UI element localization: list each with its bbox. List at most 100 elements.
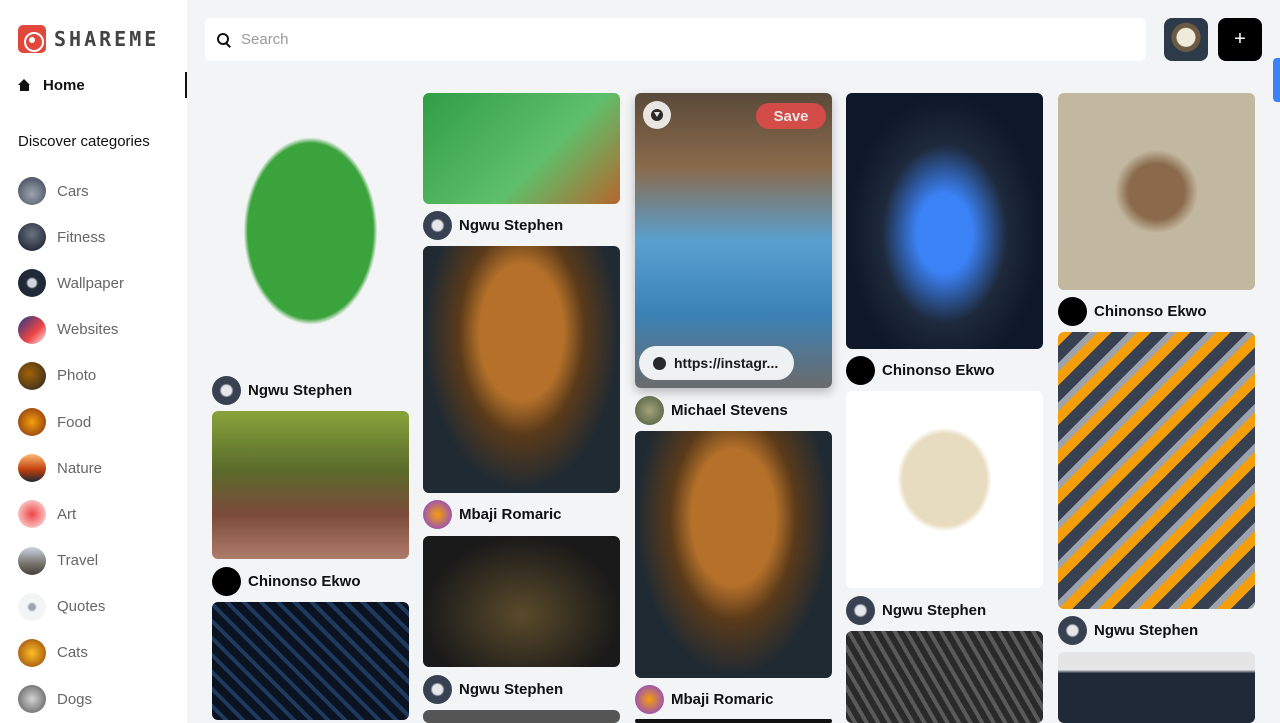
user-avatar[interactable] [1164, 18, 1208, 61]
pin-author[interactable]: Ngwu Stephen [212, 376, 352, 405]
pin-image-laptop[interactable] [1058, 652, 1255, 723]
pin-author[interactable]: Ngwu Stephen [846, 596, 986, 625]
sidebar-item-label: Travel [57, 552, 99, 570]
category-avatar [18, 454, 46, 483]
sidebar-item-food[interactable]: Food [18, 399, 124, 445]
category-avatar [18, 223, 46, 252]
author-name: Chinonso Ekwo [248, 573, 361, 590]
home-icon [18, 79, 31, 91]
pin-image-goat[interactable] [1058, 93, 1255, 290]
sidebar-item-quotes[interactable]: Quotes [18, 584, 124, 630]
category-avatar [18, 408, 46, 437]
category-avatar [18, 638, 46, 667]
category-avatar [18, 269, 46, 298]
pin-author[interactable]: Ngwu Stephen [423, 675, 563, 704]
category-avatar [18, 685, 46, 714]
category-avatar [18, 592, 46, 621]
sidebar-item-websites[interactable]: Websites [18, 307, 124, 353]
pin-author[interactable]: Chinonso Ekwo [846, 356, 995, 385]
sidebar-item-art[interactable]: Art [18, 491, 124, 537]
author-name: Ngwu Stephen [459, 217, 564, 234]
author-avatar [423, 500, 452, 529]
category-avatar [18, 315, 46, 344]
pin-image-traffic[interactable] [1058, 332, 1255, 609]
pin-author[interactable]: Mbaji Romaric [635, 685, 774, 714]
category-avatar [18, 361, 46, 390]
category-avatar [18, 177, 46, 206]
sidebar-item-dogs[interactable]: Dogs [18, 676, 124, 722]
pin-image-cartoon[interactable] [212, 411, 409, 559]
author-avatar [212, 567, 241, 596]
sidebar-item-home[interactable]: Home [18, 72, 187, 98]
sidebar-item-nature[interactable]: Nature [18, 445, 124, 491]
sidebar-item-cats[interactable]: Cats [18, 630, 124, 676]
category-avatar [18, 546, 46, 575]
sidebar-item-travel[interactable]: Travel [18, 538, 124, 584]
sidebar-item-label: Art [57, 505, 77, 523]
sidebar-item-label: Cars [57, 182, 89, 200]
pin-image-neon-dog[interactable] [846, 93, 1043, 349]
author-name: Michael Stevens [671, 402, 788, 419]
author-name: Ngwu Stephen [459, 681, 564, 698]
pin-image-texture[interactable] [846, 631, 1043, 723]
sidebar-item-label: Dogs [57, 690, 93, 708]
pin-image-circuit[interactable] [212, 602, 409, 720]
author-name: Chinonso Ekwo [1094, 303, 1207, 320]
sidebar-item-label: Wallpaper [57, 274, 124, 292]
sidebar-item-wallpaper[interactable]: Wallpaper [18, 260, 124, 306]
author-name: Ngwu Stephen [1094, 622, 1199, 639]
sidebar-item-label: Nature [57, 459, 103, 477]
pin-image-pixel-pug[interactable] [846, 391, 1043, 588]
author-name: Chinonso Ekwo [882, 362, 995, 379]
pin-author[interactable]: Mbaji Romaric [423, 500, 562, 529]
sidebar-item-label: Websites [57, 321, 119, 339]
sidebar-item-photo[interactable]: Photo [18, 353, 124, 399]
sidebar-item-label: Home [43, 76, 85, 94]
sidebar-item-label: Quotes [57, 598, 106, 616]
sidebar-item-fitness[interactable]: Fitness [18, 214, 124, 260]
source-link-text: https://instagr... [674, 355, 779, 371]
camera-icon [18, 25, 46, 53]
add-pin-button[interactable]: + [1218, 18, 1262, 61]
logo-text: SHAREME [54, 27, 160, 51]
author-name: Mbaji Romaric [459, 506, 562, 523]
pin-image-painters[interactable]: Save https://instagr... [635, 93, 832, 388]
download-icon [651, 109, 663, 121]
sidebar-item-cars[interactable]: Cars [18, 168, 124, 214]
pin-image-milo[interactable] [212, 93, 409, 369]
author-name: Ngwu Stephen [248, 382, 353, 399]
pin-image-food[interactable] [423, 246, 620, 493]
sidebar: SHAREME Home Discover categories Cars Fi… [0, 0, 187, 723]
pin-image-city-lights[interactable] [423, 536, 620, 667]
sidebar-item-label: Photo [57, 367, 97, 385]
author-avatar [1058, 297, 1087, 326]
pin-author[interactable]: Chinonso Ekwo [1058, 297, 1207, 326]
author-avatar [846, 356, 875, 385]
download-button[interactable] [643, 101, 671, 129]
sidebar-item-label: Cats [57, 644, 88, 662]
pin-image-website[interactable] [423, 93, 620, 204]
sidebar-item-label: Food [57, 413, 92, 431]
author-avatar [1058, 616, 1087, 645]
discover-heading: Discover categories [18, 133, 150, 150]
author-avatar [212, 376, 241, 405]
author-avatar [423, 211, 452, 240]
search-icon [217, 32, 231, 47]
link-arrow-icon [653, 356, 666, 370]
pin-image[interactable] [635, 719, 832, 723]
author-avatar [635, 685, 664, 714]
save-button[interactable]: Save [756, 103, 826, 129]
pin-author[interactable]: Ngwu Stephen [1058, 616, 1198, 645]
logo[interactable]: SHAREME [18, 25, 159, 53]
pin-image[interactable] [423, 710, 620, 723]
author-name: Ngwu Stephen [882, 602, 987, 619]
author-avatar [846, 596, 875, 625]
pin-author[interactable]: Chinonso Ekwo [212, 567, 361, 596]
pin-author[interactable]: Ngwu Stephen [423, 211, 563, 240]
pin-author[interactable]: Michael Stevens [635, 396, 788, 425]
pin-image-food[interactable] [635, 431, 832, 678]
author-avatar [423, 675, 452, 704]
source-link[interactable]: https://instagr... [639, 346, 794, 380]
search-input[interactable] [241, 31, 1121, 48]
scrollbar-thumb[interactable] [1273, 58, 1280, 102]
